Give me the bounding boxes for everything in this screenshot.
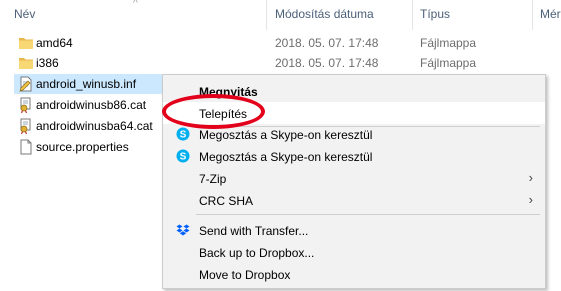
folder-icon xyxy=(19,38,33,49)
menu-item-label: Send with Transfer... xyxy=(199,224,309,238)
menu-item-label: Megnyitás xyxy=(199,85,258,99)
file-row-amd64[interactable]: amd64 2018. 05. 07. 17:48 Fájlmappa xyxy=(0,33,561,53)
file-name-cell[interactable]: androidwinusba64.cat xyxy=(14,116,164,136)
submenu-chevron-icon: › xyxy=(528,170,533,185)
menu-item-label: 7-Zip xyxy=(199,172,227,186)
column-header: ^ Név Módosítás dátuma Típus Mér xyxy=(0,0,561,30)
column-name[interactable]: Név xyxy=(14,7,35,21)
menu-item-back-up-to-dropbox[interactable]: Back up to Dropbox... xyxy=(163,241,545,263)
file-name: android_winusb.inf xyxy=(36,77,137,91)
file-name: source.properties xyxy=(36,140,129,154)
security-catalog-icon xyxy=(20,118,31,134)
file-icon xyxy=(20,139,32,155)
menu-item-label: CRC SHA xyxy=(199,194,254,208)
sort-up-icon: ^ xyxy=(133,0,138,9)
column-modified[interactable]: Módosítás dátuma xyxy=(275,7,374,21)
menu-separator xyxy=(196,214,540,215)
file-type: Fájlmappa xyxy=(420,56,477,70)
skype-icon: S xyxy=(176,149,190,163)
file-type: Fájlmappa xyxy=(420,36,477,50)
menu-item-skype-share-1[interactable]: S Megosztás a Skype-on keresztül xyxy=(163,123,545,145)
menu-item-crc-sha[interactable]: CRC SHA › xyxy=(163,189,545,211)
column-type[interactable]: Típus xyxy=(420,7,450,21)
menu-item-send-with-transfer[interactable]: Send with Transfer... xyxy=(163,219,545,241)
svg-text:S: S xyxy=(180,130,187,141)
file-name-cell[interactable]: amd64 xyxy=(14,33,164,53)
file-date: 2018. 05. 07. 17:48 xyxy=(275,56,379,70)
file-name-cell[interactable]: i386 xyxy=(14,53,164,73)
column-divider[interactable] xyxy=(532,0,533,30)
menu-item-label: Telepítés xyxy=(199,107,248,121)
svg-text:S: S xyxy=(180,152,187,163)
file-name: androidwinusba64.cat xyxy=(36,119,153,133)
column-divider[interactable] xyxy=(412,0,413,30)
setup-information-icon xyxy=(19,76,32,92)
file-name: androidwinusb86.cat xyxy=(36,98,147,112)
skype-icon: S xyxy=(176,127,190,141)
menu-item-label: Megosztás a Skype-on keresztül xyxy=(199,128,373,142)
menu-item-install[interactable]: Telepítés xyxy=(163,102,545,124)
menu-item-7zip[interactable]: 7-Zip › xyxy=(163,167,545,189)
menu-item-open[interactable]: Megnyitás xyxy=(163,80,545,102)
column-divider[interactable] xyxy=(266,0,267,30)
menu-item-label: Back up to Dropbox... xyxy=(199,246,315,260)
file-date: 2018. 05. 07. 17:48 xyxy=(275,36,379,50)
menu-item-label: Megosztás a Skype-on keresztül xyxy=(199,150,373,164)
file-name: amd64 xyxy=(36,36,73,50)
file-name-cell[interactable]: androidwinusb86.cat xyxy=(14,95,164,115)
context-menu: Megnyitás Telepítés S Megosztás a Skype-… xyxy=(162,74,546,289)
column-size[interactable]: Mér xyxy=(540,7,561,21)
menu-item-move-to-dropbox[interactable]: Move to Dropbox xyxy=(163,263,545,285)
file-name-cell[interactable]: android_winusb.inf xyxy=(14,74,164,94)
folder-icon xyxy=(19,58,33,69)
file-name-cell[interactable]: source.properties xyxy=(14,137,164,157)
file-row-i386[interactable]: i386 2018. 05. 07. 17:48 Fájlmappa xyxy=(0,53,561,73)
menu-item-skype-share-2[interactable]: S Megosztás a Skype-on keresztül xyxy=(163,145,545,167)
security-catalog-icon xyxy=(20,97,31,113)
file-name: i386 xyxy=(36,56,59,70)
dropbox-icon xyxy=(176,224,190,236)
menu-item-label: Move to Dropbox xyxy=(199,268,291,282)
submenu-chevron-icon: › xyxy=(528,192,533,207)
